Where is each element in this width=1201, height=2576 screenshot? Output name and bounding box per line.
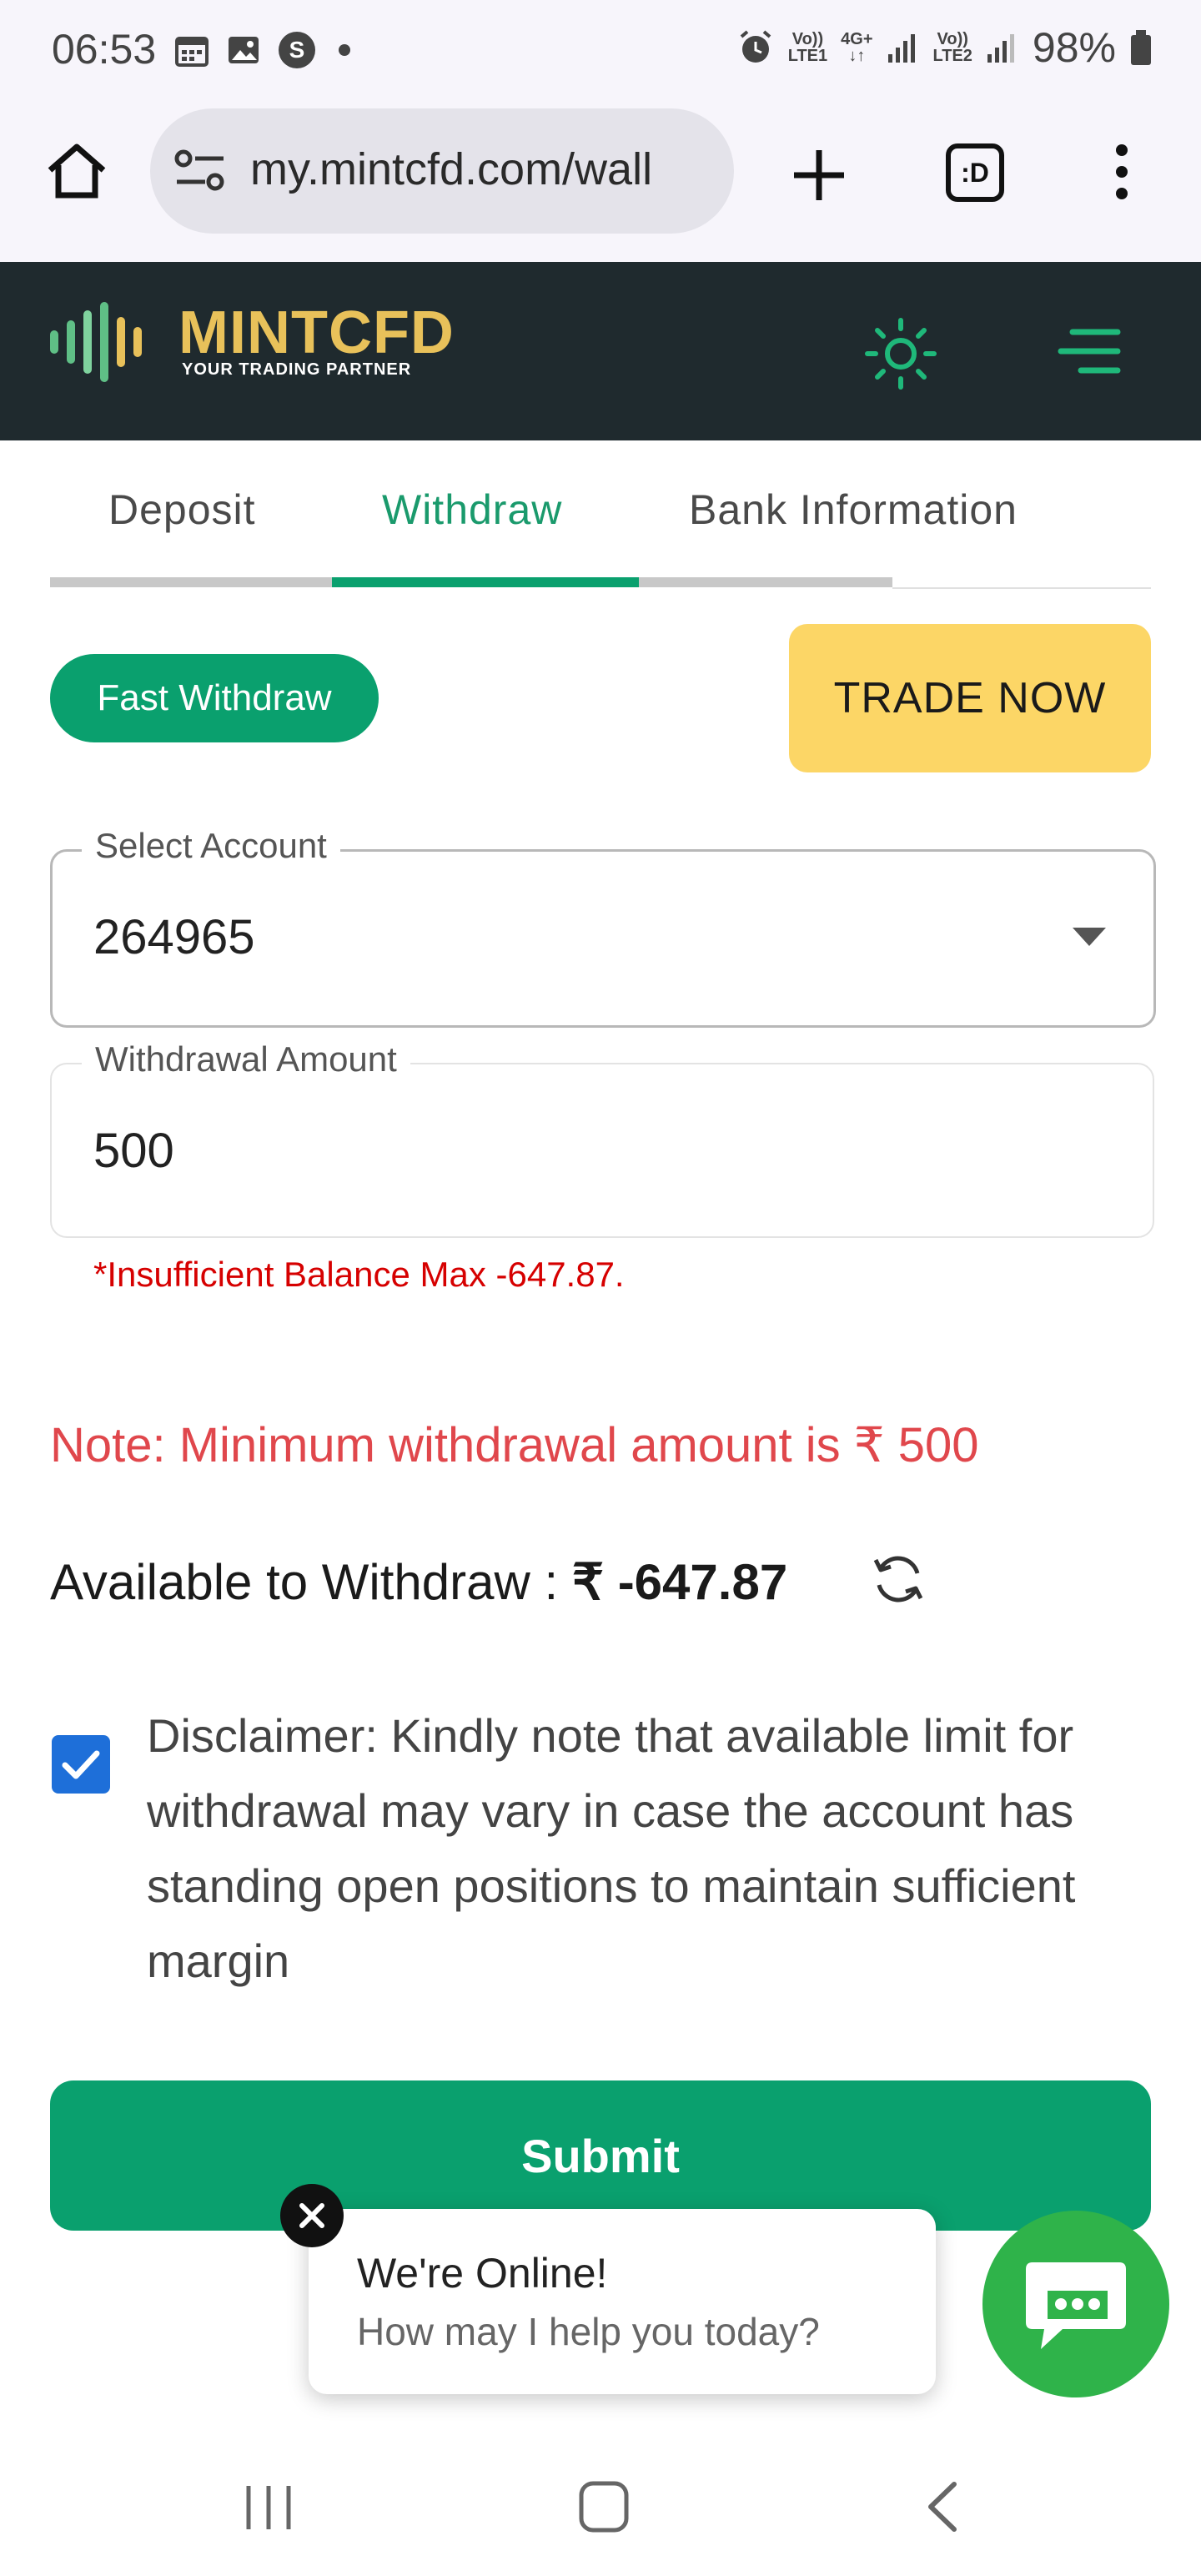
lte1-text: LTE1 [787, 47, 828, 65]
disclaimer-checkbox[interactable] [52, 1735, 110, 1794]
status-left-icons: S [173, 30, 357, 70]
refresh-icon[interactable] [867, 1548, 929, 1610]
chat-close-button[interactable] [280, 2184, 344, 2247]
tab-bank-information[interactable]: Bank Information [689, 486, 1018, 534]
chat-launcher-button[interactable] [982, 2211, 1169, 2397]
submit-button[interactable]: Submit [50, 2080, 1151, 2231]
tab-switcher-label: :D [961, 157, 989, 188]
chat-subtitle: How may I help you today? [357, 2310, 820, 2353]
4g-plus-icon: 4G+ ↓↑ [841, 31, 872, 64]
signal-icon [887, 34, 915, 63]
minimum-withdrawal-note: Note: Minimum withdrawal amount is ₹ 500 [50, 1418, 979, 1472]
select-account-value[interactable]: 264965 [93, 909, 255, 965]
status-time: 06:53 [52, 26, 157, 73]
recent-apps-icon[interactable] [242, 2483, 295, 2533]
url-text[interactable]: my.mintcfd.com/wall [250, 143, 717, 195]
dot-icon [339, 44, 350, 56]
data-arrows-icon: ↓↑ [848, 47, 866, 65]
status-right-icons: Vo)) LTE1 4G+ ↓↑ Vo)) LTE2 98% [736, 23, 1153, 72]
chat-title: We're Online! [357, 2250, 608, 2297]
chat-popup[interactable] [309, 2209, 936, 2394]
battery-icon [1131, 30, 1151, 65]
logo-tagline: YOUR TRADING PARTNER [182, 360, 412, 379]
withdrawal-amount-field[interactable] [50, 1063, 1154, 1238]
site-settings-icon[interactable] [173, 147, 227, 194]
available-to-withdraw: Available to Withdraw : ₹ -647.87 [50, 1553, 787, 1612]
theme-sun-icon[interactable] [864, 317, 937, 390]
tab-switcher-button[interactable]: :D [946, 143, 1004, 202]
tab-divider [892, 587, 1151, 589]
withdrawal-amount-value[interactable]: 500 [93, 1123, 174, 1179]
new-tab-plus-icon[interactable] [789, 145, 849, 205]
back-nav-icon[interactable] [922, 2479, 962, 2534]
close-icon [299, 2203, 324, 2228]
home-icon[interactable] [45, 142, 108, 200]
volte1-text: Vo)) [791, 30, 824, 48]
disclaimer-text: Disclaimer: Kindly note that available l… [147, 1709, 1076, 1987]
available-value: ₹ -647.87 [571, 1554, 788, 1610]
more-menu-icon[interactable] [1109, 142, 1134, 202]
trade-now-button[interactable]: TRADE NOW [789, 624, 1151, 772]
dropdown-arrow-icon[interactable] [1071, 926, 1108, 948]
home-nav-icon[interactable] [577, 2479, 631, 2534]
gallery-icon [229, 37, 259, 63]
4g-text: 4G+ [841, 30, 873, 48]
svg-text:S: S [289, 37, 305, 63]
app-s-icon: S [279, 32, 315, 68]
select-account-label: Select Account [82, 826, 340, 866]
volte-lte2-icon: Vo)) LTE2 [933, 31, 972, 64]
checkmark-icon [62, 1750, 100, 1779]
alarm-icon [740, 30, 771, 63]
available-label: Available to Withdraw : [50, 1554, 572, 1610]
logo-text[interactable]: MINTCFD [178, 299, 455, 367]
withdrawal-amount-label: Withdrawal Amount [82, 1039, 410, 1079]
chat-bubble-icon [1026, 2262, 1126, 2349]
battery-percent: 98% [1032, 24, 1116, 71]
tab-deposit[interactable]: Deposit [108, 486, 256, 534]
insufficient-balance-error: *Insufficient Balance Max -647.87. [93, 1255, 625, 1294]
lte2-text: LTE2 [932, 47, 972, 65]
volte-lte1-icon: Vo)) LTE1 [788, 31, 827, 64]
hamburger-menu-icon[interactable] [1056, 325, 1123, 377]
calendar-icon [175, 37, 209, 67]
signal-icon-2 [987, 34, 1014, 63]
tab-active-indicator [332, 577, 639, 587]
fast-withdraw-button[interactable]: Fast Withdraw [50, 654, 379, 742]
logo-bars-icon [50, 302, 142, 382]
volte2-text: Vo)) [937, 30, 968, 48]
tab-withdraw[interactable]: Withdraw [382, 486, 562, 534]
